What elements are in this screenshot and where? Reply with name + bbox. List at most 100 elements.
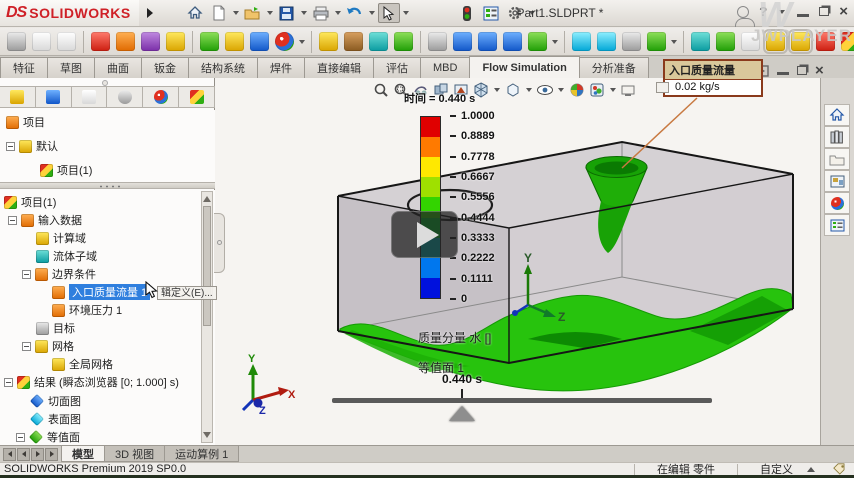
tree-item[interactable]: 默认: [36, 138, 58, 154]
open-dropdown-icon[interactable]: [267, 11, 273, 15]
expander-icon[interactable]: [4, 378, 13, 387]
toolbar-icon-lightbulb-on[interactable]: [766, 32, 785, 51]
display-style-icon[interactable]: [504, 81, 522, 99]
tree-item-selected[interactable]: 入口质量流量 1: [69, 284, 150, 300]
toolbar-icon-run-play[interactable]: [394, 32, 413, 51]
tree-item[interactable]: 输入数据: [38, 212, 82, 228]
toolbar-icon-monitor-chart[interactable]: [369, 32, 388, 51]
toolbar-icon-binoculars[interactable]: [816, 32, 835, 51]
tab-flow-simulation-tree[interactable]: [179, 87, 215, 107]
toolbar-icon-box-magnifier[interactable]: [141, 32, 160, 51]
toolbar-icon-green-diamond[interactable]: [647, 32, 666, 51]
menu-flyout-icon[interactable]: [147, 8, 153, 18]
tab-analysis-prep[interactable]: 分析准备: [579, 57, 649, 78]
toolbar-diamond-dropdown-icon[interactable]: [671, 40, 677, 44]
panel-flyout-handle[interactable]: [214, 213, 225, 273]
scroll-left-icon[interactable]: [17, 448, 30, 461]
slider-track[interactable]: [332, 398, 712, 403]
edit-appearance-icon[interactable]: [568, 81, 586, 99]
minimize-button[interactable]: [797, 14, 809, 17]
toolbar-icon-cyan-diamond-arrows[interactable]: [572, 32, 591, 51]
boundary-condition-callout[interactable]: 入口质量流量 0.02 kg/s: [663, 59, 763, 97]
tree-item[interactable]: 项目(1): [21, 194, 56, 210]
toolbar-icon-wizard-wand[interactable]: [7, 32, 26, 51]
toolbar-icon-copy-pages[interactable]: [57, 32, 76, 51]
toolbar-sphere-dropdown-icon[interactable]: [299, 40, 305, 44]
doc-restore-button[interactable]: [797, 66, 807, 75]
expander-icon[interactable]: [22, 342, 31, 351]
tab-motion-study[interactable]: 运动算例 1: [164, 446, 239, 462]
toolbar-icon-chart-green[interactable]: [691, 32, 710, 51]
toolbar-icon-brown-box[interactable]: [344, 32, 363, 51]
undo-dropdown-icon[interactable]: [369, 11, 375, 15]
help-dropdown-icon[interactable]: [779, 10, 785, 14]
toolbar-icon-notepad-pencil[interactable]: [166, 32, 185, 51]
tab-sheet-metal[interactable]: 钣金: [141, 57, 189, 78]
tree-item[interactable]: 切面图: [48, 393, 81, 409]
tree-item[interactable]: 项目: [23, 114, 45, 130]
tree-item[interactable]: 全局网格: [69, 356, 113, 372]
apply-scene-dropdown-icon[interactable]: [610, 88, 616, 92]
toolbar-icon-pink-document[interactable]: [91, 32, 110, 51]
tab-dimxpert-manager[interactable]: [107, 87, 143, 107]
toolbar-icon-box-highlight[interactable]: [791, 32, 810, 51]
tree-item[interactable]: 目标: [53, 320, 75, 336]
tree-item[interactable]: 结果 (瞬态浏览器 [0; 1.000] s): [34, 374, 179, 390]
tree-splitter[interactable]: [0, 182, 215, 189]
tab-configuration-manager[interactable]: [72, 87, 108, 107]
select-cursor-icon[interactable]: [378, 3, 400, 23]
print-icon[interactable]: [310, 3, 332, 23]
save-dropdown-icon[interactable]: [301, 11, 307, 15]
toolbar-icon-blue-wand[interactable]: [250, 32, 269, 51]
tab-flow-simulation[interactable]: Flow Simulation: [469, 56, 579, 78]
tree-item[interactable]: 表面图: [48, 411, 81, 427]
tab-model[interactable]: 模型: [61, 446, 105, 462]
tag-icon[interactable]: [833, 463, 848, 475]
scroll-down-icon[interactable]: [203, 432, 211, 440]
expander-icon[interactable]: [22, 270, 31, 279]
taskpane-home-tab[interactable]: [824, 104, 850, 126]
video-play-button[interactable]: [391, 211, 458, 258]
tree-item[interactable]: 项目(1): [57, 162, 92, 178]
tree-item[interactable]: 网格: [52, 338, 74, 354]
toolbar-icon-image-green[interactable]: [200, 32, 219, 51]
toolbar-icon-doc-pencil[interactable]: [741, 32, 760, 51]
toolbar-icon-monitor-red[interactable]: [116, 32, 135, 51]
scroll-right-icon[interactable]: [31, 448, 44, 461]
home-icon[interactable]: [184, 3, 206, 23]
tab-structure-system[interactable]: 结构系统: [188, 57, 258, 78]
toolbar-icon-probe-measure[interactable]: [841, 32, 854, 51]
close-button[interactable]: ×: [839, 4, 848, 19]
undo-icon[interactable]: [344, 3, 366, 23]
doc-minimize-button[interactable]: [777, 72, 789, 75]
taskpane-custom-properties-tab[interactable]: [824, 214, 850, 236]
toolbar-icon-floppy-save[interactable]: [503, 32, 522, 51]
tab-part-features[interactable]: [0, 87, 36, 107]
tab-evaluate[interactable]: 评估: [373, 57, 421, 78]
hide-show-dropdown-icon[interactable]: [558, 88, 564, 92]
toolbar-icon-new-document[interactable]: [32, 32, 51, 51]
tab-mbd[interactable]: MBD: [420, 57, 470, 78]
print-dropdown-icon[interactable]: [335, 11, 341, 15]
display-style-dropdown-icon[interactable]: [526, 88, 532, 92]
tab-display-manager[interactable]: [143, 87, 179, 107]
help-icon[interactable]: ?: [759, 4, 767, 19]
apply-scene-icon[interactable]: [588, 81, 606, 99]
scroll-first-icon[interactable]: [3, 448, 16, 461]
hide-show-items-icon[interactable]: [536, 81, 554, 99]
scroll-up-icon[interactable]: [203, 194, 211, 202]
save-icon[interactable]: [276, 3, 298, 23]
scrollbar-thumb[interactable]: [203, 206, 211, 326]
tree-scrollbar[interactable]: [201, 191, 213, 443]
toolbar-icon-chart-flag[interactable]: [716, 32, 735, 51]
view-orientation-dropdown-icon[interactable]: [494, 88, 500, 92]
expander-icon[interactable]: [16, 433, 25, 442]
taskpane-appearances-tab[interactable]: [824, 192, 850, 214]
tab-feature-manager[interactable]: [36, 87, 72, 107]
tree-item[interactable]: 环境压力 1: [69, 302, 122, 318]
restore-button[interactable]: [819, 7, 829, 16]
expander-icon[interactable]: [6, 142, 15, 151]
tree-item[interactable]: 边界条件: [52, 266, 96, 282]
toolbar-recycle-dropdown-icon[interactable]: [552, 40, 558, 44]
toolbar-icon-color-sphere[interactable]: [275, 32, 294, 51]
